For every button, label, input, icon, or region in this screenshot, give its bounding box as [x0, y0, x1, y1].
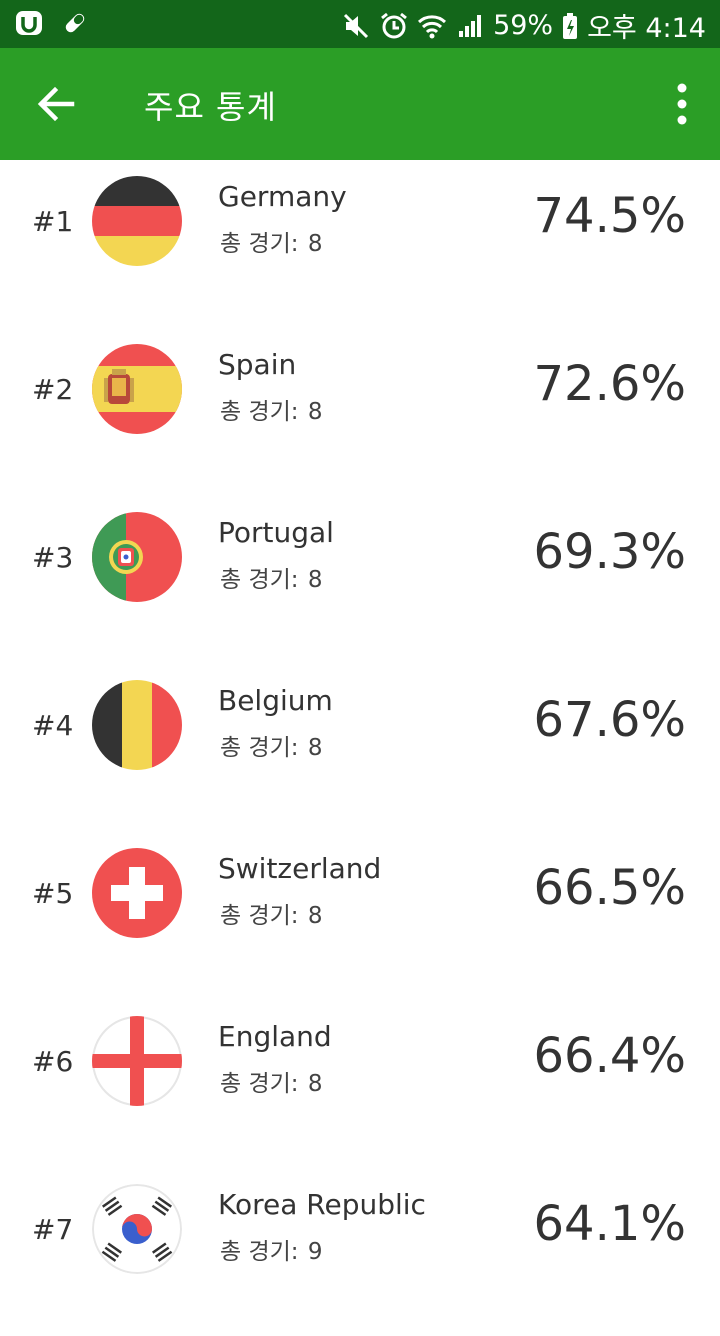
pill-icon: [60, 8, 90, 38]
team-name: Korea Republic: [218, 1188, 426, 1221]
back-button[interactable]: [30, 78, 82, 130]
mute-icon: [341, 11, 371, 41]
team-name: Germany: [218, 180, 347, 213]
clock: 오후 4:14: [587, 13, 706, 44]
alarm-icon: [379, 11, 409, 41]
portugal-flag-icon: [92, 512, 182, 602]
win-percentage: 66.4%: [533, 1028, 686, 1084]
list-item[interactable]: #2 Spain 총 경기: 8 72.6%: [0, 328, 720, 496]
team-stats-list: #1 Germany 총 경기: 8 74.5% #2 Spain 총 경기: …: [0, 160, 720, 1336]
team-name: Spain: [218, 348, 297, 381]
list-item[interactable]: #5 Switzerland 총 경기: 8 66.5%: [0, 832, 720, 1000]
belgium-flag-icon: [92, 680, 182, 770]
list-item[interactable]: #1 Germany 총 경기: 8 74.5%: [0, 160, 720, 328]
list-item[interactable]: #3 Portugal 총 경기: 8 69.3%: [0, 496, 720, 664]
u-app-icon: [14, 8, 44, 38]
win-percentage: 72.6%: [533, 356, 686, 412]
switzerland-flag-icon: [92, 848, 182, 938]
korea-flag-icon: [92, 1184, 182, 1274]
win-percentage: 66.5%: [533, 860, 686, 916]
list-item[interactable]: #7 Korea Republic 총 경기: 9 64.1%: [0, 1168, 720, 1336]
rank: #3: [32, 541, 74, 574]
battery-icon: [561, 11, 579, 41]
win-percentage: 67.6%: [533, 692, 686, 748]
app-bar: 주요 통계: [0, 48, 720, 160]
more-vert-icon: [677, 83, 687, 125]
status-bar: 59% 오후 4:14: [0, 0, 720, 48]
germany-flag-icon: [92, 176, 182, 266]
games-played: 총 경기: 8: [220, 567, 323, 593]
games-played: 총 경기: 9: [220, 1239, 323, 1265]
arrow-left-icon: [37, 86, 75, 122]
spain-flag-icon: [92, 344, 182, 434]
games-played: 총 경기: 8: [220, 1071, 323, 1097]
team-name: Belgium: [218, 684, 333, 717]
list-item[interactable]: #4 Belgium 총 경기: 8 67.6%: [0, 664, 720, 832]
games-played: 총 경기: 8: [220, 735, 323, 761]
rank: #2: [32, 373, 74, 406]
list-item[interactable]: #6 England 총 경기: 8 66.4%: [0, 1000, 720, 1168]
rank: #5: [32, 877, 74, 910]
rank: #1: [32, 205, 74, 238]
team-name: England: [218, 1020, 332, 1053]
win-percentage: 74.5%: [533, 188, 686, 244]
battery-percent: 59%: [493, 10, 554, 41]
games-played: 총 경기: 8: [220, 399, 323, 425]
wifi-icon: [417, 11, 447, 41]
rank: #6: [32, 1045, 74, 1078]
team-name: Portugal: [218, 516, 334, 549]
overflow-menu-button[interactable]: [670, 82, 694, 126]
page-title: 주요 통계: [144, 88, 277, 126]
england-flag-icon: [92, 1016, 182, 1106]
team-name: Switzerland: [218, 852, 382, 885]
win-percentage: 69.3%: [533, 524, 686, 580]
rank: #7: [32, 1213, 74, 1246]
games-played: 총 경기: 8: [220, 903, 323, 929]
signal-icon: [455, 11, 485, 41]
games-played: 총 경기: 8: [220, 231, 323, 257]
rank: #4: [32, 709, 74, 742]
win-percentage: 64.1%: [533, 1196, 686, 1252]
